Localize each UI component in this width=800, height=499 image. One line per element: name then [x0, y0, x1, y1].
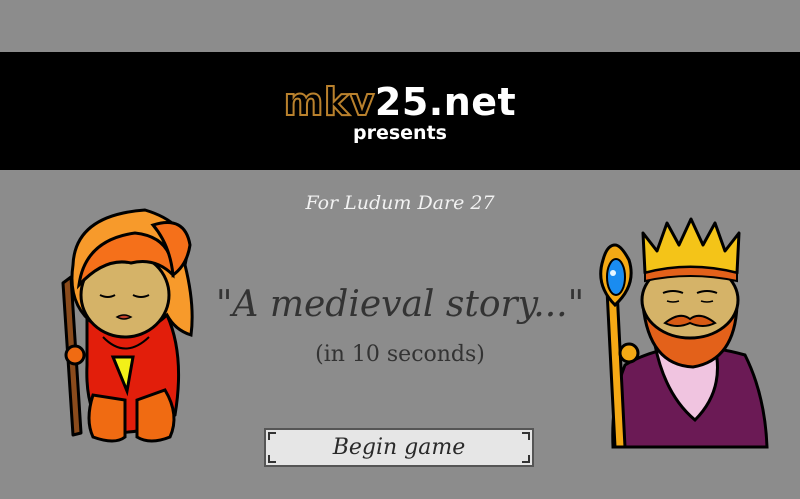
corner-ornament	[522, 432, 530, 440]
corner-ornament	[268, 432, 276, 440]
queen-character	[61, 208, 194, 443]
site-logo: mkv25.net	[0, 79, 800, 125]
king-character	[599, 217, 769, 449]
begin-game-button[interactable]: Begin game	[264, 428, 534, 467]
presents-label: presents	[353, 122, 447, 144]
logo-prefix: mkv	[283, 79, 376, 125]
crown-icon	[641, 217, 741, 283]
begin-game-label: Begin game	[332, 435, 466, 460]
corner-ornament	[522, 455, 530, 463]
corner-ornament	[268, 455, 276, 463]
logo-suffix: 25.net	[374, 80, 517, 124]
